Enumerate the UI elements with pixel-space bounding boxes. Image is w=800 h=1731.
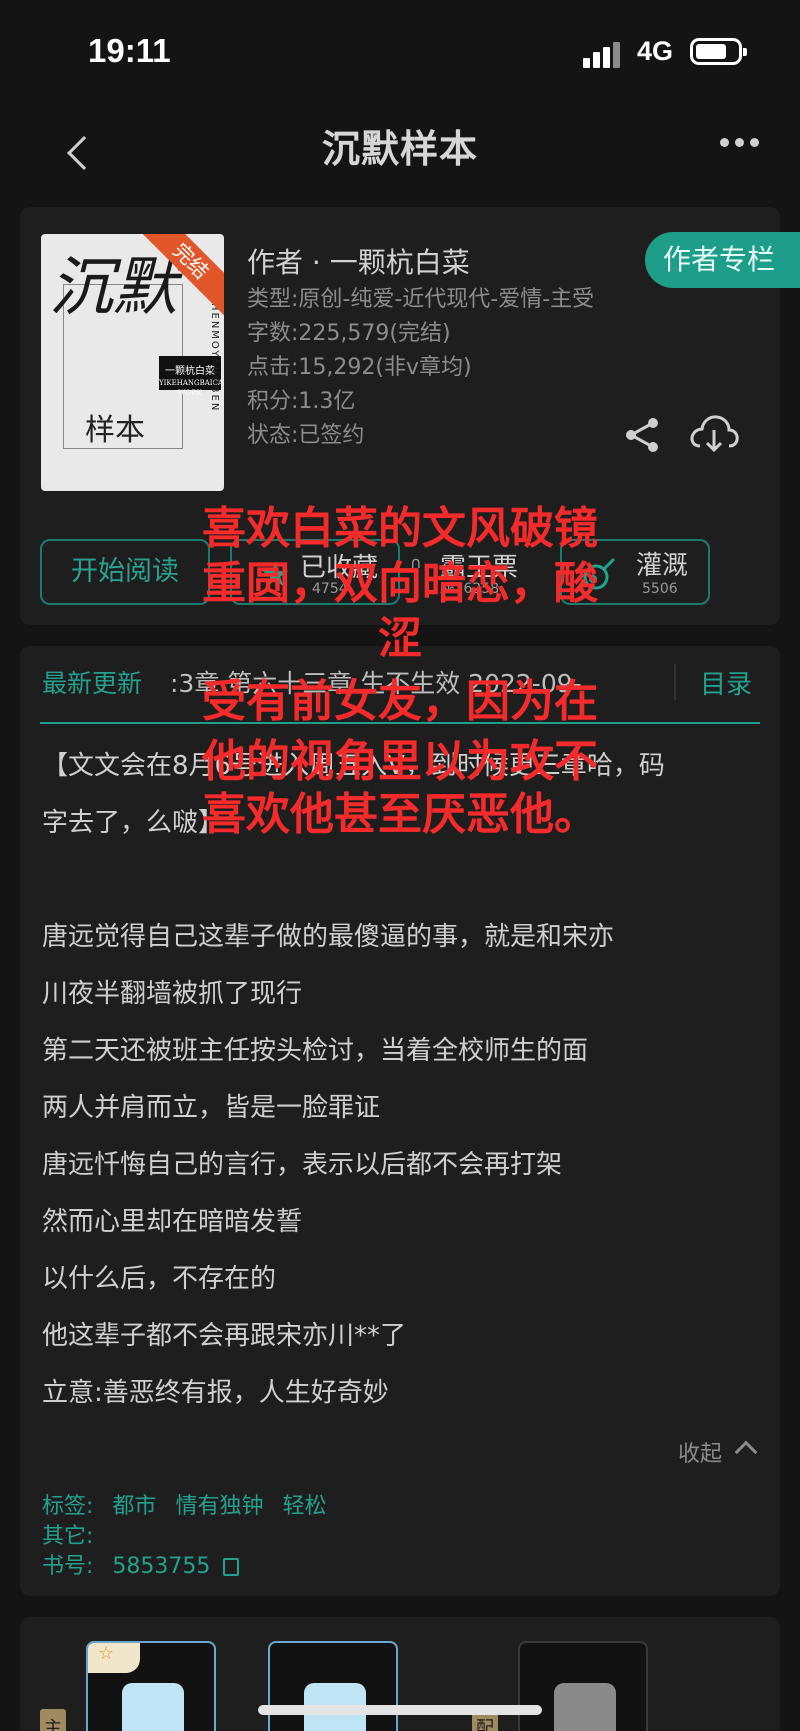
tags-row: 标签: 都市 情有独钟 轻松 xyxy=(42,1488,338,1520)
share-icon[interactable] xyxy=(623,415,663,455)
tags-label: 标签: xyxy=(42,1494,94,1519)
intro-line: 他这辈子都不会再跟宋亦川**了 xyxy=(42,1321,407,1351)
intro-line: 唐远觉得自己这辈子做的最傻逼的事，就是和宋亦 xyxy=(42,922,615,952)
intro-line: 川夜半翻墙被抓了现行 xyxy=(42,979,303,1009)
cover-subtitle: 样本 xyxy=(85,413,145,448)
page-title: 沉默样本 xyxy=(321,127,478,171)
intro-line: 唐远忏悔自己的言行，表示以后都不会再打架 xyxy=(42,1150,563,1180)
more-dots-icon[interactable] xyxy=(720,138,760,148)
overlay-line: 喜欢白菜的文风破镜 xyxy=(202,503,598,554)
intro-line: 两人并肩而立，皆是一脸罪证 xyxy=(42,1093,381,1123)
intro-text: 【文文会在8月6号进入周五入V，到时候更三章哈，码 字去了，么啵】 唐远觉得自己… xyxy=(42,738,758,1422)
meta-words: 字数:225,579(完结) xyxy=(247,321,451,346)
intro-line: 然而心里却在暗暗发誓 xyxy=(42,1207,303,1237)
overlay-line: 受有前女友，因为在 xyxy=(202,676,598,727)
collapse-button[interactable]: 收起 xyxy=(678,1436,722,1468)
star-icon: ☆ xyxy=(88,1643,140,1673)
toc-button[interactable]: 目录 xyxy=(700,664,752,701)
tag-item[interactable]: 情有独钟 xyxy=(175,1494,263,1519)
latest-update-label[interactable]: 最新更新 xyxy=(42,664,142,700)
book-cover[interactable]: 沉默 样本 一颗杭白菜 YIKEHANGBAICAI WORK CHENMOYA… xyxy=(41,234,224,491)
signal-icon xyxy=(583,42,625,68)
author-column-button[interactable]: 作者专栏 xyxy=(645,232,800,288)
other-label: 其它: xyxy=(42,1524,94,1549)
status-time: 19:11 xyxy=(88,32,171,69)
overlay-line: 他的视角里以为攻不 xyxy=(202,736,598,787)
home-indicator xyxy=(258,1705,542,1715)
other-row: 其它: xyxy=(42,1518,105,1550)
intro-line: 立意:善恶终有报，人生好奇妙 xyxy=(42,1378,389,1408)
intro-line: 第二天还被班主任按头检讨，当着全校师生的面 xyxy=(42,1036,589,1066)
book-number-row: 书号: 5853755 xyxy=(42,1548,251,1580)
overlay-line: 喜欢他甚至厌恶他。 xyxy=(202,789,598,840)
cover-vertical-text: CHENMOYANGBEN xyxy=(209,294,220,413)
avatar xyxy=(122,1683,184,1731)
intro-line xyxy=(42,852,758,909)
main-role-badge: 主 xyxy=(40,1709,66,1731)
avatar xyxy=(554,1683,616,1731)
overlay-line: 重圆，双向暗恋，酸 xyxy=(202,558,598,609)
chevron-up-icon[interactable] xyxy=(734,1440,758,1464)
cover-title: 沉默 xyxy=(49,251,177,325)
role-card[interactable] xyxy=(518,1641,648,1731)
status-bar: 19:11 4G xyxy=(0,0,800,100)
meta-type: 类型:原创-纯爱-近代现代-爱情-主受 xyxy=(247,287,595,312)
copy-icon[interactable] xyxy=(223,1558,240,1576)
role-card[interactable] xyxy=(268,1641,398,1731)
tag-item[interactable]: 轻松 xyxy=(282,1494,326,1519)
battery-icon xyxy=(690,38,747,65)
role-card[interactable]: ☆ xyxy=(86,1641,216,1731)
tag-item[interactable]: 都市 xyxy=(112,1494,156,1519)
meta-clicks: 点击:15,292(非v章均) xyxy=(247,355,472,380)
meta-score: 积分:1.3亿 xyxy=(247,389,356,414)
book-number-label: 书号: xyxy=(42,1554,94,1579)
book-number: 5853755 xyxy=(112,1554,211,1579)
download-icon[interactable] xyxy=(688,412,740,456)
network-label: 4G xyxy=(637,36,674,66)
overlay-line: 涩 xyxy=(378,613,422,664)
nav-bar: 沉默样本 xyxy=(0,100,800,190)
meta-state: 状态:已签约 xyxy=(247,423,365,448)
author-name[interactable]: 作者 · 一颗杭白菜 xyxy=(247,241,470,281)
intro-line: 以什么后，不存在的 xyxy=(42,1264,277,1294)
